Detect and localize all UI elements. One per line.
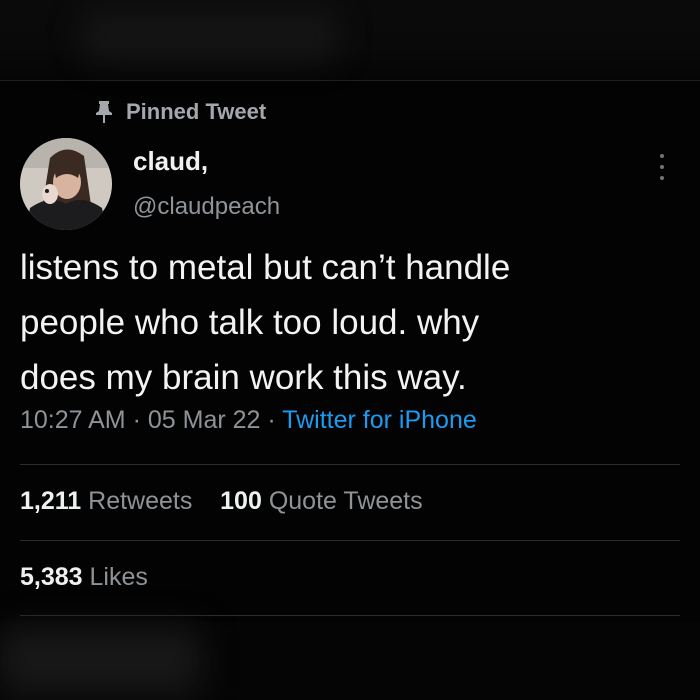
pinned-label: Pinned Tweet <box>126 99 267 124</box>
tweet-screenshot: Pinned Tweet claud, @claudpeach listens … <box>0 0 700 700</box>
pin-icon <box>96 101 112 123</box>
avatar[interactable] <box>20 138 112 230</box>
more-options-button[interactable] <box>652 150 672 184</box>
retweets-count: 1,211 <box>20 487 82 515</box>
more-vertical-icon <box>660 154 664 180</box>
tweet-text-line: listens to metal but can’t handle <box>20 248 511 287</box>
avatar-image <box>20 138 112 230</box>
retweets-link[interactable]: 1,211 Retweets <box>20 487 199 515</box>
tweet-text-line: people who talk too loud. why <box>20 303 480 342</box>
stats-divider-middle <box>20 540 680 541</box>
likes-link[interactable]: 5,383 Likes <box>20 563 148 591</box>
retweets-label: Retweets <box>88 487 193 515</box>
tweet-source-link[interactable]: Twitter for iPhone <box>282 406 477 434</box>
author-handle[interactable]: @claudpeach <box>133 193 280 221</box>
quote-tweets-link[interactable]: 100 Quote Tweets <box>220 487 422 515</box>
meta-separator: · <box>132 406 141 434</box>
blurred-header <box>0 0 700 80</box>
likes-count: 5,383 <box>20 563 83 591</box>
likes-stats-row: 5,383 Likes <box>20 563 148 592</box>
retweet-stats-row: 1,211 Retweets 100 Quote Tweets <box>20 487 423 516</box>
meta-separator: · <box>267 406 276 434</box>
author-name[interactable]: claud, <box>133 146 208 177</box>
stats-divider-bottom <box>20 615 680 616</box>
quote-tweets-count: 100 <box>220 487 262 515</box>
tweet-date[interactable]: 05 Mar 22 <box>148 406 261 434</box>
blurred-footer <box>0 622 700 700</box>
pinned-indicator: Pinned Tweet <box>94 98 266 126</box>
likes-label: Likes <box>89 563 148 591</box>
quote-tweets-label: Quote Tweets <box>268 487 423 515</box>
tweet-time[interactable]: 10:27 AM <box>20 406 126 434</box>
header-divider <box>0 80 700 81</box>
tweet-text-line: does my brain work this way. <box>20 358 467 397</box>
tweet-meta: 10:27 AM · 05 Mar 22 · Twitter for iPhon… <box>20 406 477 435</box>
tweet-text: listens to metal but can’t handle people… <box>20 240 680 405</box>
stats-divider-top <box>20 464 680 465</box>
